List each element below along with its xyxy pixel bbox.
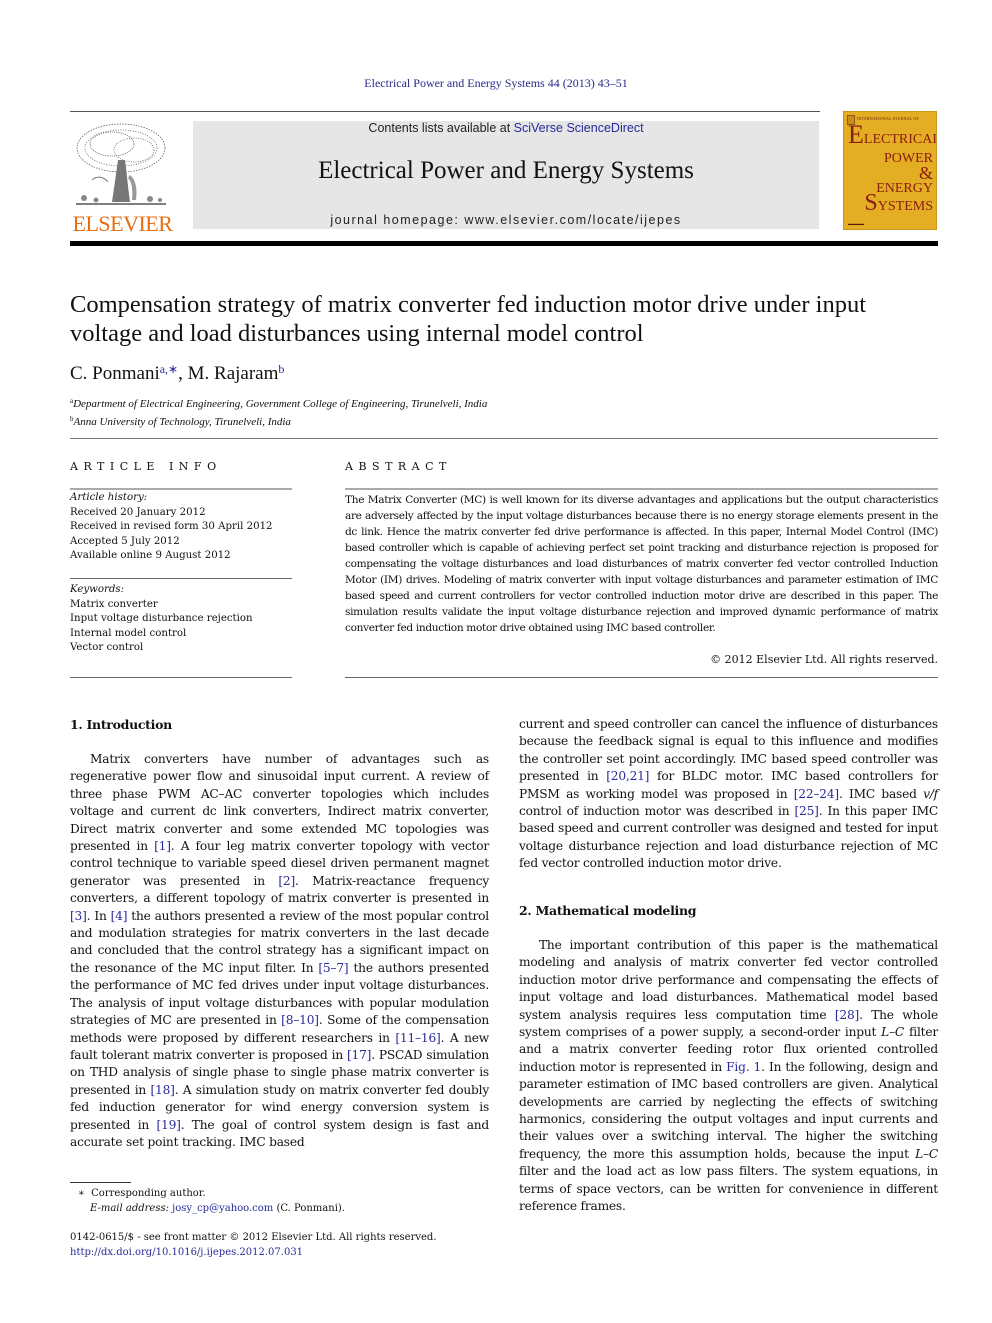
keyword: Internal model control <box>70 627 187 639</box>
citation-link[interactable]: [2] <box>278 874 295 888</box>
citation-link[interactable]: [19] <box>156 1118 180 1132</box>
divider <box>345 677 938 678</box>
introduction-continuation: current and speed controller can cancel … <box>519 716 938 873</box>
article-info-heading: ARTICLE INFO <box>70 460 222 473</box>
author-affiliation-link[interactable]: a,∗ <box>160 362 178 376</box>
footnote-rule <box>70 1182 131 1183</box>
history-item: Received in revised form 30 April 2012 <box>70 521 273 532</box>
author-affiliation-link[interactable]: b <box>278 362 284 376</box>
homepage-link[interactable]: www.elsevier.com/locate/ijepes <box>464 213 681 227</box>
affiliations: aDepartment of Electrical Engineering, G… <box>70 394 487 430</box>
keyword: Vector control <box>70 642 144 653</box>
divider <box>345 488 938 490</box>
paragraph: current and speed controller can cancel … <box>519 717 938 871</box>
affiliation: bAnna University of Technology, Tirunelv… <box>70 415 291 428</box>
cover-line-systems: SYSTEMS <box>864 190 933 216</box>
elsevier-wordmark: ELSEVIER <box>72 211 173 236</box>
citation-link[interactable]: [22–24] <box>794 787 839 801</box>
italic-term: L–C <box>881 1025 905 1040</box>
keyword: Matrix converter <box>70 598 158 610</box>
citation-link[interactable]: [1] <box>154 839 171 853</box>
author-list: C. Ponmania,∗, M. Rajaramb <box>70 362 285 384</box>
journal-banner: Contents lists available at SciVerse Sci… <box>193 121 819 229</box>
cover-line-amp: & <box>918 163 933 183</box>
keywords: Keywords: Matrix converter Input voltage… <box>70 583 292 656</box>
citation-link[interactable]: Electrical Power and Energy Systems 44 (… <box>364 76 627 90</box>
citation-link[interactable]: [4] <box>111 909 128 923</box>
doi-link[interactable]: http://dx.doi.org/10.1016/j.ijepes.2012.… <box>70 1246 437 1261</box>
abstract-copyright: © 2012 Elsevier Ltd. All rights reserved… <box>710 653 938 666</box>
issn-line: 0142-0615/$ - see front matter © 2012 El… <box>70 1232 437 1243</box>
paragraph: The important contribution of this paper… <box>519 938 938 1214</box>
citation-link[interactable]: [5–7] <box>318 961 348 975</box>
citation-link[interactable]: [3] <box>70 909 87 923</box>
divider <box>70 438 938 439</box>
history-item: Accepted 5 July 2012 <box>70 535 180 547</box>
contents-line: Contents lists available at SciVerse Sci… <box>368 121 644 135</box>
article-history-label: Article history: <box>70 492 148 503</box>
footnote-corresponding-author: ∗ Corresponding author. E-mail address: … <box>78 1188 345 1214</box>
email-link[interactable]: josy_cp@yahoo.com <box>172 1203 273 1214</box>
elsevier-tree-icon <box>76 123 166 205</box>
elsevier-logo: ELSEVIER <box>70 118 175 236</box>
citation-link[interactable]: [11–16] <box>395 1031 440 1045</box>
author-name: C. Ponmani <box>70 363 160 384</box>
introduction-paragraph: Matrix converters have number of advanta… <box>70 751 489 1151</box>
citation-link[interactable]: [28] <box>835 1008 859 1022</box>
mathematical-modeling-paragraph: The important contribution of this paper… <box>519 937 938 1216</box>
history-item: Received 20 January 2012 <box>70 506 206 518</box>
citation-link[interactable]: [20,21] <box>606 769 649 783</box>
header-rule <box>70 111 820 112</box>
section-heading-mathematical-modeling: 2. Mathematical modeling <box>519 903 697 918</box>
citation-link[interactable]: [17] <box>347 1048 371 1062</box>
italic-term: L–C <box>915 1146 938 1161</box>
header-thick-rule <box>70 241 938 246</box>
divider <box>70 677 292 678</box>
keyword: Input voltage disturbance rejection <box>70 613 253 624</box>
paragraph: Matrix converters have number of advanta… <box>70 752 490 1149</box>
keywords-label: Keywords: <box>70 584 125 595</box>
cover-footer: ▬▬▬▬ <box>848 221 864 226</box>
journal-homepage: journal homepage: www.elsevier.com/locat… <box>330 213 682 227</box>
front-matter: 0142-0615/$ - see front matter © 2012 El… <box>70 1231 437 1260</box>
citation-link[interactable]: [8–10] <box>281 1013 319 1027</box>
citation-link[interactable]: [25] <box>794 804 818 818</box>
journal-citation[interactable]: Electrical Power and Energy Systems 44 (… <box>0 76 992 91</box>
cover-top-line: INTERNATIONAL JOURNAL OF <box>857 116 919 121</box>
divider <box>70 578 292 579</box>
italic-term: v/f <box>923 786 938 801</box>
journal-name: Electrical Power and Energy Systems <box>318 157 694 184</box>
abstract-text: The Matrix Converter (MC) is well known … <box>345 494 938 634</box>
author-name: M. Rajaram <box>187 363 279 384</box>
affiliation: aDepartment of Electrical Engineering, G… <box>70 397 488 410</box>
footnote-mark: ∗ <box>78 1188 85 1199</box>
abstract-heading: ABSTRACT <box>345 460 452 473</box>
sciencedirect-link[interactable]: SciVerse ScienceDirect <box>514 121 644 135</box>
citation-link[interactable]: Fig. 1 <box>726 1060 761 1074</box>
article-title: Compensation strategy of matrix converte… <box>70 291 867 347</box>
citation-link[interactable]: [18] <box>150 1083 174 1097</box>
section-heading-introduction: 1. Introduction <box>70 717 172 732</box>
journal-cover-thumbnail[interactable]: INTERNATIONAL JOURNAL OF ELECTRICAL POWE… <box>843 111 937 230</box>
article-history: Article history: Received 20 January 201… <box>70 491 292 564</box>
divider <box>70 488 292 490</box>
cover-line-electrical: ELECTRICAL <box>848 120 937 149</box>
history-item: Available online 9 August 2012 <box>70 550 231 561</box>
